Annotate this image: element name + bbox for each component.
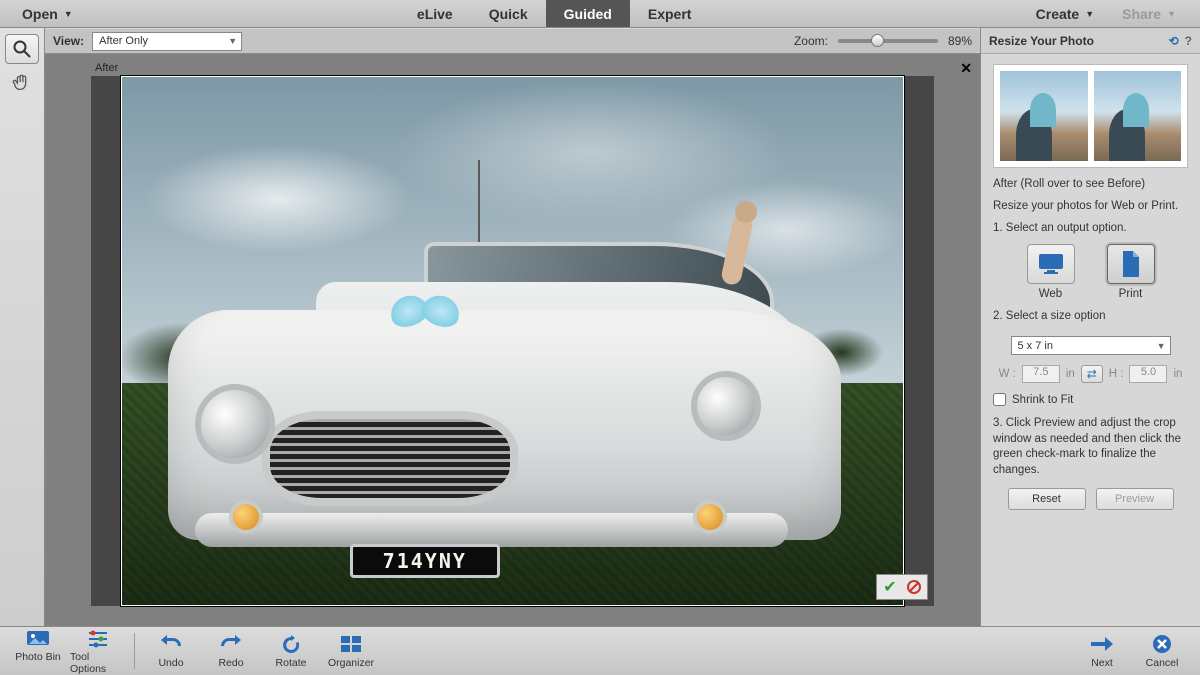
chevron-down-icon: ▼ (64, 9, 73, 19)
panel-intro: Resize your photos for Web or Print. (993, 200, 1188, 212)
cancel-icon (1149, 633, 1175, 655)
height-input[interactable]: 5.0 (1129, 365, 1167, 383)
photo-bin-icon (25, 627, 51, 649)
h-label: H : (1109, 368, 1124, 380)
crop-confirm-box: ✔ (876, 574, 928, 600)
document-icon (1107, 244, 1155, 284)
guided-panel: Resize Your Photo ⟲ ? After (Roll over t… (980, 28, 1200, 626)
zoom-slider[interactable] (838, 39, 938, 43)
open-menu[interactable]: Open ▼ (8, 6, 87, 22)
image-viewport[interactable]: 714YNY ✔ (91, 76, 934, 606)
monitor-icon (1027, 244, 1075, 284)
bottom-bar: Photo Bin Tool Options Undo Redo Rotate … (0, 626, 1200, 675)
photo: 714YNY (121, 76, 904, 606)
rotate-button[interactable]: Rotate (263, 633, 319, 669)
w-unit: in (1066, 368, 1075, 380)
shrink-to-fit[interactable]: Shrink to Fit (993, 393, 1188, 406)
step2-label: 2. Select a size option (993, 310, 1188, 322)
canvas-stage: After ✕ 714YNY ✔ (45, 54, 980, 626)
thumb-before (1000, 71, 1088, 161)
h-unit: in (1173, 368, 1182, 380)
license-plate: 714YNY (350, 544, 500, 578)
dimensions-row: W : 7.5 in ⇄ H : 5.0 in (993, 365, 1188, 383)
tab-quick[interactable]: Quick (471, 0, 546, 27)
output-print[interactable]: Print (1102, 244, 1160, 300)
width-input[interactable]: 7.5 (1022, 365, 1060, 383)
tab-elive[interactable]: eLive (399, 0, 471, 27)
w-label: W : (999, 368, 1016, 380)
size-dropdown[interactable]: 5 x 7 in ▼ (1011, 336, 1171, 355)
step1-label: 1. Select an output option. (993, 222, 1188, 234)
step3-label: 3. Click Preview and adjust the crop win… (993, 416, 1188, 478)
crop-shade (904, 76, 934, 606)
tool-strip (0, 28, 45, 626)
tab-guided[interactable]: Guided (546, 0, 630, 27)
reset-panel-icon[interactable]: ⟲ (1169, 34, 1179, 48)
rotate-icon (278, 633, 304, 655)
options-bar: View: After Only ▼ Zoom: 89% (45, 28, 980, 54)
separator (134, 633, 135, 669)
grid-icon (338, 633, 364, 655)
zoom-thumb[interactable] (871, 34, 884, 47)
chevron-down-icon: ▼ (1167, 9, 1176, 19)
photo-bin-button[interactable]: Photo Bin (10, 627, 66, 675)
redo-icon (218, 633, 244, 655)
size-value: 5 x 7 in (1018, 340, 1053, 352)
tool-options-button[interactable]: Tool Options (70, 627, 126, 675)
view-value: After Only (99, 35, 148, 47)
hand-tool[interactable] (5, 68, 39, 98)
cancel-button[interactable]: Cancel (1134, 633, 1190, 669)
zoom-label: Zoom: (794, 34, 828, 48)
canvas-label: After (95, 62, 118, 74)
organizer-button[interactable]: Organizer (323, 633, 379, 669)
rollover-hint: After (Roll over to see Before) (993, 178, 1188, 190)
crop-shade (91, 76, 121, 606)
panel-header: Resize Your Photo ⟲ ? (981, 28, 1200, 54)
view-dropdown[interactable]: After Only ▼ (92, 32, 242, 51)
zoom-tool[interactable] (5, 34, 39, 64)
output-print-label: Print (1119, 288, 1143, 300)
thumb-after (1094, 71, 1182, 161)
panel-title: Resize Your Photo (989, 34, 1094, 48)
output-web-label: Web (1039, 288, 1062, 300)
chevron-down-icon: ▼ (228, 36, 237, 46)
undo-button[interactable]: Undo (143, 633, 199, 669)
swap-icon[interactable]: ⇄ (1081, 365, 1103, 383)
view-label: View: (53, 34, 84, 48)
create-menu[interactable]: Create▼ (1022, 6, 1109, 22)
close-icon[interactable]: ✕ (960, 60, 972, 77)
undo-icon (158, 633, 184, 655)
open-label: Open (22, 6, 58, 22)
menubar: Open ▼ eLive Quick Guided Expert Create▼… (0, 0, 1200, 28)
before-after-thumbs[interactable] (993, 64, 1188, 168)
sliders-icon (85, 627, 111, 649)
next-button[interactable]: Next (1074, 633, 1130, 669)
cancel-crop-icon[interactable] (903, 577, 925, 597)
shrink-label: Shrink to Fit (1012, 394, 1073, 406)
redo-button[interactable]: Redo (203, 633, 259, 669)
reset-button[interactable]: Reset (1008, 488, 1086, 510)
zoom-value: 89% (948, 34, 972, 48)
help-icon[interactable]: ? (1185, 34, 1192, 48)
preview-button[interactable]: Preview (1096, 488, 1174, 510)
chevron-down-icon: ▼ (1085, 9, 1094, 19)
share-menu[interactable]: Share▼ (1108, 6, 1190, 22)
arrow-right-icon (1089, 633, 1115, 655)
chevron-down-icon: ▼ (1157, 341, 1166, 351)
tab-expert[interactable]: Expert (630, 0, 710, 27)
output-web[interactable]: Web (1022, 244, 1080, 300)
commit-icon[interactable]: ✔ (879, 577, 901, 597)
shrink-checkbox[interactable] (993, 393, 1006, 406)
